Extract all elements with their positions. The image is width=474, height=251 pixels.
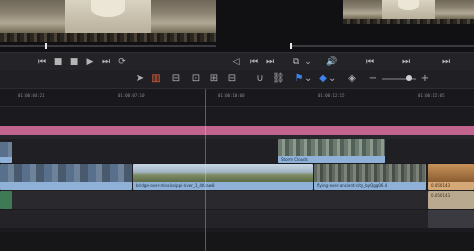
- replace-clip-icon[interactable]: ⊟: [226, 72, 238, 86]
- timecode-label: 01:00:07:10: [118, 93, 145, 98]
- timecode-label: 01:00:15:05: [418, 93, 445, 98]
- stop-icon[interactable]: ■: [68, 56, 80, 68]
- program-end-icon[interactable]: ⏭: [440, 56, 452, 68]
- audio-clip-gray[interactable]: [428, 210, 474, 228]
- mark-clip-icon[interactable]: ◈: [346, 72, 358, 86]
- audio-track-1: 0.050143: [0, 191, 474, 209]
- timecode-label: 01:00:04:21: [18, 93, 45, 98]
- view-dropdown-icon[interactable]: ⌄: [302, 56, 314, 68]
- program-viewer[interactable]: [343, 0, 474, 24]
- program-next-icon[interactable]: ⏭: [400, 56, 412, 68]
- program-prev-icon[interactable]: ⏮: [364, 56, 376, 68]
- timeline-clip-storm-clouds[interactable]: Storm Clouds: [278, 139, 385, 163]
- trim-tool-icon[interactable]: ⊟: [170, 72, 182, 86]
- video-track-1: bridge-over-mississippi-river_1_4Kraw8 f…: [0, 164, 474, 191]
- audio-clip-tan[interactable]: 0.050143: [428, 191, 474, 209]
- audio-track-2: [0, 210, 474, 228]
- link-icon[interactable]: ⛓: [272, 72, 285, 86]
- select-tool-icon[interactable]: ➤: [134, 72, 146, 86]
- blade-tool-icon[interactable]: ▥: [150, 72, 162, 86]
- program-playhead[interactable]: [290, 43, 292, 49]
- marker-dropdown-icon[interactable]: ⌄: [328, 72, 336, 86]
- previous-icon[interactable]: ⏮: [36, 56, 48, 68]
- timeline-playhead[interactable]: [205, 89, 206, 251]
- flag-icon[interactable]: ⚑: [294, 72, 304, 86]
- timeline-ruler[interactable]: 01:00:04:21 01:00:07:10 01:00:10:00 01:0…: [0, 89, 474, 107]
- snapping-icon[interactable]: ∪: [254, 72, 266, 86]
- subtitle-track[interactable]: [0, 126, 474, 135]
- timeline-clip[interactable]: [0, 164, 132, 190]
- timecode-label: 01:00:10:00: [218, 93, 245, 98]
- timeline-clip-orange[interactable]: 0.050143: [428, 164, 474, 190]
- zoom-out-icon[interactable]: −: [368, 72, 378, 86]
- zoom-in-icon[interactable]: +: [420, 72, 430, 86]
- insert-clip-icon[interactable]: ⊡: [190, 72, 202, 86]
- go-end-icon[interactable]: ⏭: [264, 56, 276, 68]
- timeline-clip-bridge[interactable]: bridge-over-mississippi-river_1_4Kraw8: [133, 164, 313, 190]
- source-scrubber[interactable]: [0, 45, 216, 47]
- timeline-clip[interactable]: [0, 142, 12, 163]
- play-icon[interactable]: ▶: [84, 56, 96, 68]
- transport-bar: ⏮ ■ ■ ▶ ⏭ ⟳ ◁ ⏮ ⏭ ⧉ ⌄ 🔊 ⏮ ⏭ ⏭: [0, 52, 474, 71]
- source-viewer[interactable]: [0, 0, 216, 42]
- rewind-icon[interactable]: ■: [52, 56, 64, 68]
- zoom-slider-knob[interactable]: [406, 75, 412, 81]
- video-track-2: Storm Clouds: [0, 139, 474, 163]
- split-view-icon[interactable]: ⧉: [290, 56, 302, 68]
- flag-dropdown-icon[interactable]: ⌄: [304, 72, 312, 86]
- program-scrubber[interactable]: [290, 45, 474, 47]
- loop-icon[interactable]: ⟳: [116, 56, 128, 68]
- timeline-clip-ancient-city[interactable]: flying-over-ancient-city_byQgg06.4: [314, 164, 426, 190]
- source-playhead[interactable]: [45, 43, 47, 49]
- go-start-icon[interactable]: ⏮: [248, 56, 260, 68]
- overwrite-clip-icon[interactable]: ⊞: [208, 72, 220, 86]
- volume-icon[interactable]: 🔊: [326, 56, 338, 68]
- audio-clip[interactable]: [0, 191, 12, 209]
- timeline-empty-area: [0, 232, 474, 251]
- marker-icon[interactable]: ◆: [318, 72, 328, 86]
- mark-in-icon[interactable]: ◁: [230, 56, 242, 68]
- timecode-label: 01:00:12:15: [318, 93, 345, 98]
- next-icon[interactable]: ⏭: [100, 56, 112, 68]
